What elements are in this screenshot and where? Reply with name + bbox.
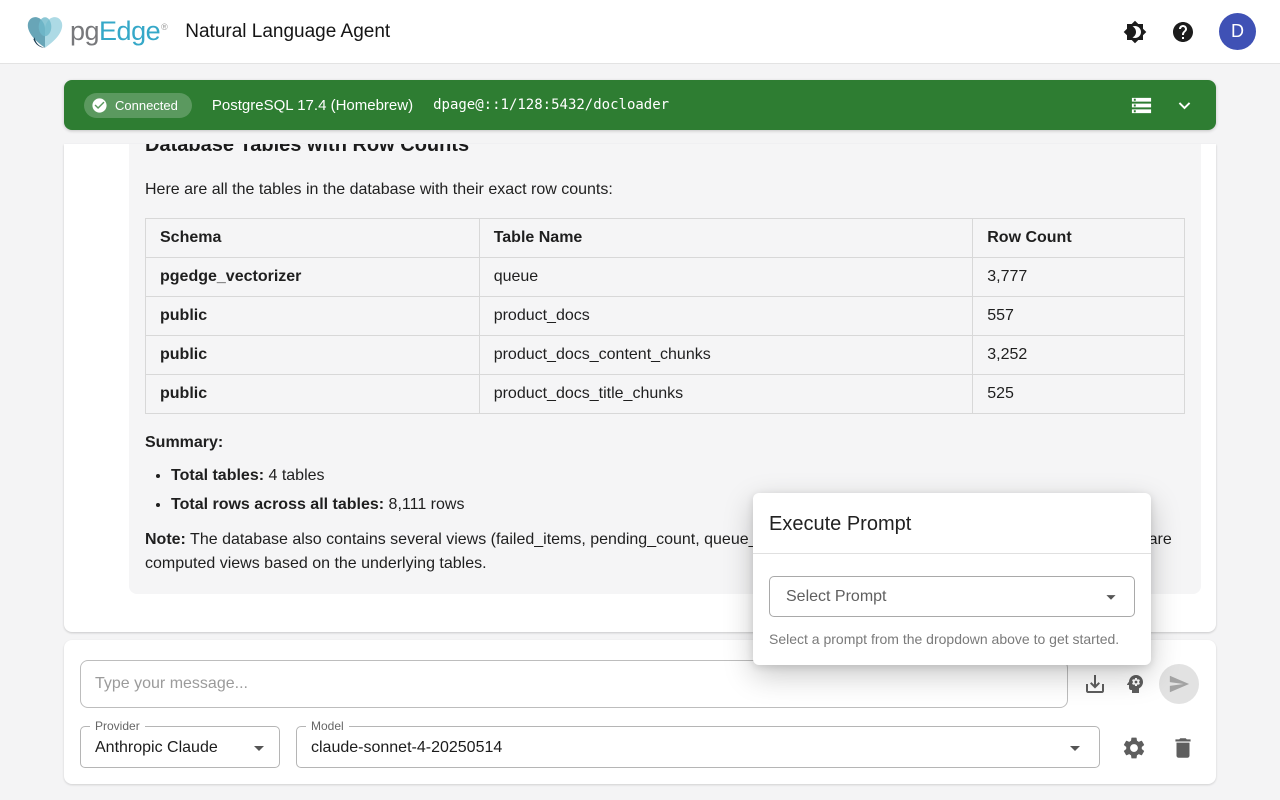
dropdown-arrow-icon	[1100, 586, 1122, 608]
app: pgEdge® Natural Language Agent D Connect…	[0, 0, 1280, 800]
summary-label: Total rows across all tables:	[171, 496, 384, 513]
execute-prompt-dialog: Execute Prompt Select Prompt Select a pr…	[753, 493, 1151, 665]
dark-mode-toggle-button[interactable]	[1123, 20, 1147, 44]
server-version: PostgreSQL 17.4 (Homebrew)	[212, 97, 413, 114]
help-button[interactable]	[1171, 20, 1195, 44]
table-row: public product_docs_content_chunks 3,252	[146, 336, 1185, 375]
table-row: pgedge_vectorizer queue 3,777	[146, 258, 1185, 297]
summary-title: Summary:	[145, 434, 1185, 452]
gear-icon	[1121, 735, 1147, 761]
dropdown-arrow-icon	[1063, 736, 1087, 760]
download-icon	[1083, 672, 1107, 696]
summary-label: Total tables:	[171, 467, 264, 484]
page-title: Natural Language Agent	[185, 21, 390, 43]
table-row: public product_docs 557	[146, 297, 1185, 336]
chevron-down-icon	[1173, 94, 1196, 117]
row-counts-table: Schema Table Name Row Count pgedge_vecto…	[145, 218, 1185, 414]
connection-string: dpage@::1/128:5432/docloader	[433, 97, 669, 113]
cell-table-name: queue	[479, 258, 973, 297]
trash-icon	[1170, 735, 1196, 761]
note-label: Note:	[145, 531, 186, 548]
pgedge-logo: pgEdge®	[24, 13, 167, 51]
table-header-row: Schema Table Name Row Count	[146, 219, 1185, 258]
connection-bar[interactable]: Connected PostgreSQL 17.4 (Homebrew) dpa…	[64, 80, 1216, 130]
dropdown-arrow-icon	[247, 736, 271, 760]
dialog-helper-text: Select a prompt from the dropdown above …	[753, 617, 1151, 665]
brand-edge: Edge	[99, 16, 160, 47]
column-header-schema: Schema	[146, 219, 480, 258]
database-list-button[interactable]	[1130, 94, 1153, 117]
psychology-icon	[1123, 672, 1147, 696]
brand-registered-mark: ®	[161, 22, 167, 32]
pgedge-heart-icon	[24, 13, 66, 51]
model-settings-button[interactable]	[1120, 734, 1148, 762]
check-circle-icon	[91, 97, 108, 114]
dialog-title: Execute Prompt	[753, 493, 1151, 553]
brightness-icon	[1123, 20, 1147, 44]
table-row: public product_docs_title_chunks 525	[146, 375, 1185, 414]
cell-row-count: 3,252	[973, 336, 1185, 375]
provider-select[interactable]: Provider Anthropic Claude	[80, 726, 280, 768]
download-chat-button[interactable]	[1081, 670, 1109, 698]
dialog-divider	[753, 553, 1151, 554]
app-header: pgEdge® Natural Language Agent D	[0, 0, 1280, 64]
column-header-table-name: Table Name	[479, 219, 973, 258]
thinking-mode-button[interactable]	[1121, 670, 1149, 698]
connection-expand-button[interactable]	[1173, 94, 1196, 117]
column-header-row-count: Row Count	[973, 219, 1185, 258]
cell-schema: public	[146, 375, 480, 414]
cell-row-count: 3,777	[973, 258, 1185, 297]
storage-icon	[1130, 94, 1153, 117]
message-input[interactable]	[80, 660, 1068, 708]
cell-table-name: product_docs_content_chunks	[479, 336, 973, 375]
cell-schema: public	[146, 336, 480, 375]
cell-row-count: 525	[973, 375, 1185, 414]
list-item: Total tables: 4 tables	[171, 466, 1185, 485]
send-button[interactable]	[1159, 664, 1199, 704]
clear-chat-button[interactable]	[1169, 734, 1197, 762]
select-prompt-dropdown[interactable]: Select Prompt	[769, 576, 1135, 617]
summary-value: 8,111 rows	[384, 496, 464, 513]
connection-status-badge: Connected	[84, 93, 192, 118]
select-prompt-value: Select Prompt	[786, 588, 886, 606]
model-value: claude-sonnet-4-20250514	[311, 727, 502, 769]
cell-table-name: product_docs_title_chunks	[479, 375, 973, 414]
model-select[interactable]: Model claude-sonnet-4-20250514	[296, 726, 1100, 768]
cell-schema: public	[146, 297, 480, 336]
message-intro: Here are all the tables in the database …	[145, 180, 1185, 200]
provider-value: Anthropic Claude	[95, 727, 218, 769]
user-avatar[interactable]: D	[1219, 13, 1256, 50]
help-icon	[1171, 20, 1195, 44]
connection-status-label: Connected	[115, 98, 178, 113]
message-heading: Database Tables with Row Counts	[145, 144, 1185, 160]
cell-table-name: product_docs	[479, 297, 973, 336]
send-icon	[1168, 673, 1190, 695]
cell-schema: pgedge_vectorizer	[146, 258, 480, 297]
brand-pg: pg	[70, 16, 99, 47]
summary-value: 4 tables	[264, 467, 324, 484]
cell-row-count: 557	[973, 297, 1185, 336]
